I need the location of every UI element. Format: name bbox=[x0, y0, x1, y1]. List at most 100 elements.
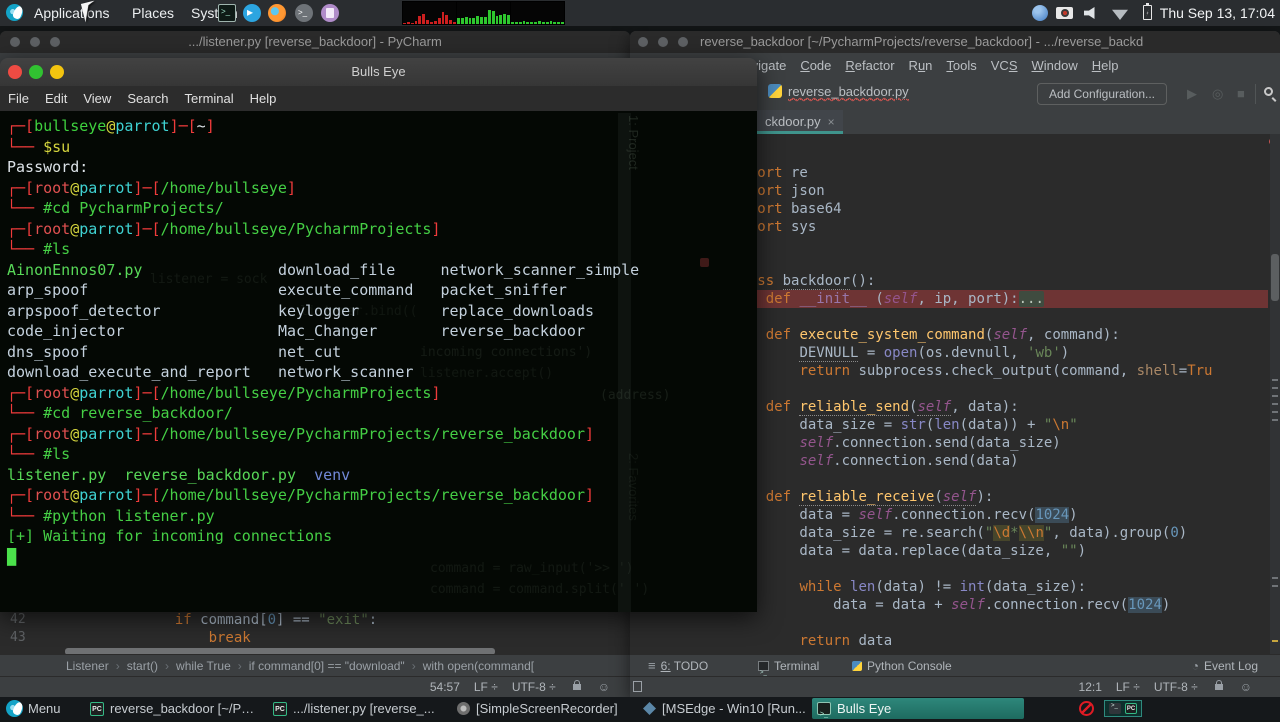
toggle-toolwindows-icon[interactable] bbox=[633, 681, 642, 692]
breadcrumb-item[interactable]: start() bbox=[127, 659, 158, 673]
scrollbar-thumb[interactable] bbox=[1271, 254, 1279, 301]
code-line: self.connection.send(data) bbox=[732, 452, 1268, 470]
event-log-button[interactable]: ◔ Event Log bbox=[1192, 655, 1258, 677]
vertical-scrollbar[interactable] bbox=[1270, 134, 1280, 654]
camera-icon[interactable] bbox=[1056, 7, 1073, 19]
close-icon[interactable]: × bbox=[828, 115, 835, 129]
code-line: self.connection.send(data_size) bbox=[732, 434, 1268, 452]
pycharm-tray-icon[interactable]: PC bbox=[1125, 703, 1137, 714]
terminal-line: └── #python listener.py bbox=[7, 506, 757, 527]
search-icon[interactable] bbox=[1264, 87, 1273, 96]
run-icon[interactable]: ▶ bbox=[1187, 86, 1197, 102]
terminal-tray-icon[interactable] bbox=[1109, 703, 1121, 714]
tab-backdoor-py[interactable]: ckdoor.py× bbox=[757, 110, 843, 134]
clock[interactable]: Thu Sep 13, 17:04 bbox=[1160, 0, 1275, 26]
code-line: while len(data) != int(data_size): bbox=[732, 578, 1268, 596]
taskbar-button[interactable]: [SimpleScreenRecorder] bbox=[452, 698, 628, 719]
todo-tool-button[interactable]: ≡ 6: TODO bbox=[648, 655, 708, 677]
vm-icon bbox=[643, 702, 656, 715]
pycharm-icon: PC bbox=[90, 702, 104, 716]
taskbar-button[interactable]: [MSEdge - Win10 [Run... bbox=[638, 698, 806, 719]
menu-code[interactable]: Code bbox=[800, 53, 831, 79]
breadcrumb-item[interactable]: if command[0] == "download" bbox=[249, 659, 405, 673]
code-editor[interactable]: if command[0] == "exit": break bbox=[40, 611, 377, 647]
menu-window[interactable]: Window bbox=[1032, 53, 1078, 79]
python-file-icon bbox=[768, 84, 782, 98]
coverage-icon[interactable]: ◎ bbox=[1212, 86, 1223, 102]
taskbar: Menu PCreverse_backdoor [~/Py... PC.../li… bbox=[0, 697, 1280, 720]
menu-file[interactable]: File bbox=[8, 86, 29, 111]
terminal-alt-icon[interactable] bbox=[295, 4, 313, 22]
battery-icon[interactable] bbox=[1143, 5, 1152, 20]
terminal-launcher-icon[interactable] bbox=[218, 4, 236, 22]
terminal-window[interactable]: Bulls Eye File Edit View Search Terminal Help… bbox=[0, 58, 757, 612]
no-entry-icon[interactable] bbox=[1079, 701, 1094, 716]
menu-vcs[interactable]: VCS bbox=[991, 53, 1018, 79]
lock-icon[interactable] bbox=[573, 684, 581, 690]
code-line: return subprocess.check_output(command, … bbox=[732, 362, 1268, 380]
terminal-content[interactable]: ┌─[bullseye@parrot]─[~]└── $suPassword:┌… bbox=[0, 111, 757, 612]
wifi-icon[interactable] bbox=[1112, 8, 1128, 20]
add-configuration-button[interactable]: Add Configuration... bbox=[1037, 83, 1167, 105]
window-control-icon[interactable] bbox=[658, 37, 668, 47]
code-line bbox=[732, 380, 1268, 398]
terminal-line: AinonEnnos07.py download_file network_sc… bbox=[7, 260, 757, 281]
hector-face-icon[interactable]: ☺ bbox=[598, 677, 610, 697]
menu-help[interactable]: Help bbox=[1092, 53, 1119, 79]
file-breadcrumb[interactable]: reverse_backdoor.py bbox=[768, 84, 909, 99]
code-lines[interactable]: import reimport jsonimport base64import … bbox=[732, 164, 1268, 650]
menu-run[interactable]: Run bbox=[909, 53, 933, 79]
line-ending-select[interactable]: LF ÷ bbox=[1116, 677, 1140, 697]
line-ending-select[interactable]: LF ÷ bbox=[474, 677, 498, 697]
left-titlebar[interactable]: .../listener.py [reverse_backdoor] - PyC… bbox=[0, 31, 630, 53]
stop-icon[interactable]: ■ bbox=[1237, 86, 1245, 101]
window-control-icon[interactable] bbox=[678, 37, 688, 47]
menu-places[interactable]: Places bbox=[126, 0, 180, 26]
menu-bar: NavigateCodeRefactorRunToolsVCSWindowHel… bbox=[735, 53, 1119, 79]
python-console-tool-button[interactable]: Python Console bbox=[852, 655, 952, 677]
menu-applications[interactable]: Applications bbox=[28, 0, 116, 26]
menu-tools[interactable]: Tools bbox=[946, 53, 976, 79]
telegram-icon[interactable] bbox=[243, 4, 261, 22]
ghost-text: command = command.split(' ') bbox=[430, 582, 649, 597]
breadcrumb-item[interactable]: with open(command[ bbox=[423, 659, 534, 673]
window-control-icon[interactable] bbox=[638, 37, 648, 47]
line-number-gutter: 42 43 bbox=[10, 611, 26, 647]
terminal-tool-button[interactable]: Terminal bbox=[758, 655, 819, 677]
encoding-select[interactable]: UTF-8 ÷ bbox=[1154, 677, 1198, 697]
firefox-icon[interactable] bbox=[268, 4, 286, 22]
menu-view[interactable]: View bbox=[83, 86, 111, 111]
menu-edit[interactable]: Edit bbox=[45, 86, 67, 111]
ghost-toolstrip bbox=[618, 113, 631, 612]
package-icon[interactable] bbox=[321, 4, 339, 22]
volume-icon[interactable] bbox=[1084, 7, 1098, 19]
right-titlebar[interactable]: reverse_backdoor [~/PycharmProjects/reve… bbox=[630, 31, 1280, 53]
terminal-titlebar[interactable]: Bulls Eye bbox=[0, 58, 757, 86]
lock-icon[interactable] bbox=[1215, 684, 1223, 690]
ghost-text: listener.bind(( bbox=[300, 304, 417, 319]
menu-help[interactable]: Help bbox=[250, 86, 277, 111]
updater-tray-icon[interactable] bbox=[1032, 5, 1048, 21]
menu-terminal[interactable]: Terminal bbox=[185, 86, 234, 111]
caret-position: 54:57 bbox=[430, 677, 460, 697]
hector-face-icon[interactable]: ☺ bbox=[1240, 677, 1252, 697]
taskbar-button[interactable]: Bulls Eye bbox=[812, 698, 1024, 719]
encoding-select[interactable]: UTF-8 ÷ bbox=[512, 677, 556, 697]
window-title: reverse_backdoor [~/PycharmProjects/reve… bbox=[700, 31, 1280, 53]
terminal-line: ┌─[root@parrot]─[/home/bullseye/PycharmP… bbox=[7, 485, 757, 506]
taskbar-button[interactable]: PC.../listener.py [reverse_... bbox=[268, 698, 442, 719]
parrot-logo-icon[interactable] bbox=[6, 4, 23, 21]
menu-refactor[interactable]: Refactor bbox=[845, 53, 894, 79]
breadcrumb-item[interactable]: Listener bbox=[66, 659, 109, 673]
code-line: DEVNULL = open(os.devnull, 'wb') bbox=[732, 344, 1268, 362]
terminal-line: download_execute_and_report network_scan… bbox=[7, 362, 757, 383]
code-line: data = data.replace(data_size, "") bbox=[732, 542, 1268, 560]
system-monitor[interactable] bbox=[402, 1, 565, 25]
terminal-line: dns_spoof net_cut bbox=[7, 342, 757, 363]
menu-search[interactable]: Search bbox=[127, 86, 168, 111]
breadcrumb-item[interactable]: while True bbox=[176, 659, 231, 673]
terminal-line: └── #cd PycharmProjects/ bbox=[7, 198, 757, 219]
divider bbox=[1255, 84, 1256, 104]
menu-button[interactable]: Menu bbox=[4, 697, 61, 720]
taskbar-button[interactable]: PCreverse_backdoor [~/Py... bbox=[85, 698, 257, 719]
